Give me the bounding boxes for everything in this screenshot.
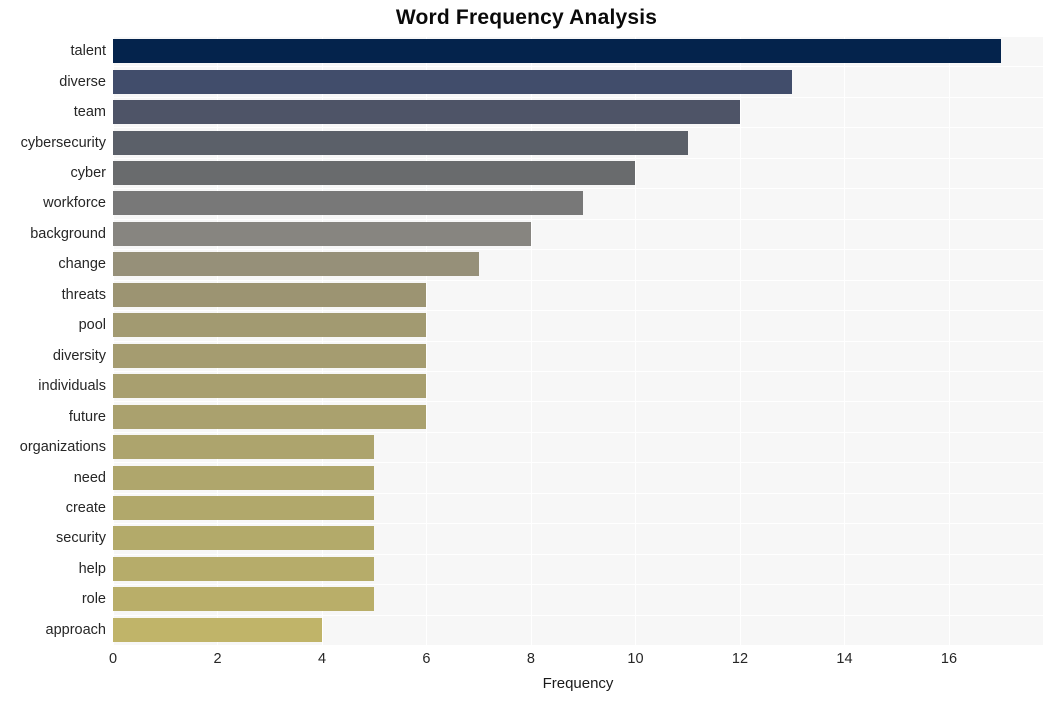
- y-axis-tick-label: pool: [78, 317, 106, 334]
- bar: [113, 313, 427, 338]
- y-axis-tick-label: change: [58, 256, 106, 273]
- y-axis-tick-label: background: [30, 225, 106, 242]
- x-axis-title: Frequency: [542, 675, 614, 692]
- bar: [113, 130, 688, 155]
- y-axis-tick-label: team: [73, 104, 106, 121]
- y-axis-tick-label: role: [81, 591, 106, 608]
- horizontal-gridline: [113, 66, 1043, 68]
- bar: [113, 252, 479, 277]
- bar: [113, 617, 322, 642]
- vertical-gridline: [426, 36, 428, 645]
- horizontal-gridline: [113, 310, 1043, 312]
- x-axis-tick-label: 2: [213, 651, 222, 667]
- x-axis-tick-label: 4: [317, 651, 327, 667]
- horizontal-gridline: [113, 188, 1043, 190]
- y-axis-tick-label: diverse: [59, 73, 106, 90]
- horizontal-gridline: [113, 157, 1043, 159]
- x-axis-tick-labels: 0 2 4 6 8 10 12 14 16: [0, 650, 1053, 672]
- y-axis-tick-label: future: [68, 408, 106, 425]
- horizontal-gridline: [113, 370, 1043, 372]
- bar: [113, 69, 793, 94]
- bar: [113, 191, 584, 216]
- y-axis-tick-label: cyber: [70, 165, 106, 182]
- bar: [113, 587, 375, 612]
- horizontal-gridline: [113, 614, 1043, 616]
- horizontal-gridline: [113, 462, 1043, 464]
- vertical-gridline: [113, 36, 114, 645]
- y-axis-tick-label: help: [78, 560, 106, 577]
- horizontal-gridline: [113, 218, 1043, 220]
- horizontal-gridline: [113, 553, 1043, 555]
- bar: [113, 495, 375, 520]
- vertical-gridline: [217, 36, 219, 645]
- vertical-gridline: [530, 36, 532, 645]
- y-axis-tick-label: individuals: [38, 378, 106, 395]
- x-axis-tick-label: 6: [422, 651, 431, 667]
- horizontal-gridline: [113, 279, 1043, 281]
- y-axis-tick-label: create: [65, 499, 106, 516]
- bar: [113, 374, 427, 399]
- y-axis-tick-label: need: [73, 469, 106, 486]
- bar: [113, 343, 427, 368]
- vertical-gridline: [948, 36, 950, 645]
- horizontal-gridline: [113, 401, 1043, 403]
- vertical-gridline: [635, 36, 637, 645]
- vertical-gridline: [321, 36, 323, 645]
- bar: [113, 435, 375, 460]
- horizontal-gridline: [113, 36, 1043, 37]
- x-axis-tick-label: 0: [108, 651, 118, 667]
- x-axis-tick-label: 16: [940, 651, 958, 667]
- bar: [113, 282, 427, 307]
- word-frequency-chart-figure: Word Frequency Analysis talent diverse tea…: [0, 0, 1053, 701]
- y-axis-tick-labels: talent diverse team cybersecurity cyber workf…: [0, 36, 106, 645]
- y-axis-tick-label: approach: [45, 621, 106, 638]
- bar: [113, 526, 375, 551]
- plot-area: [113, 36, 1043, 645]
- bar: [113, 161, 636, 186]
- horizontal-gridline: [113, 523, 1043, 525]
- bar: [113, 100, 740, 125]
- y-axis-tick-label: cybersecurity: [20, 134, 106, 151]
- x-axis-tick-label: 8: [526, 651, 536, 667]
- y-axis-tick-label: talent: [70, 43, 106, 60]
- horizontal-gridline: [113, 584, 1043, 586]
- y-axis-tick-label: diversity: [52, 347, 106, 364]
- horizontal-gridline: [113, 340, 1043, 342]
- y-axis-tick-label: organizations: [19, 439, 106, 456]
- horizontal-gridline: [113, 492, 1043, 494]
- x-axis-tick-label: 10: [627, 651, 644, 667]
- y-axis-tick-label: workforce: [43, 195, 106, 212]
- x-axis-tick-label: 14: [836, 651, 853, 667]
- bar: [113, 39, 1002, 64]
- horizontal-gridline: [113, 96, 1043, 98]
- chart-title: Word Frequency Analysis: [395, 6, 658, 29]
- horizontal-gridline: [113, 249, 1043, 251]
- vertical-gridline: [844, 36, 846, 645]
- bar: [113, 404, 427, 429]
- bar: [113, 556, 375, 581]
- horizontal-gridline: [113, 127, 1043, 129]
- y-axis-tick-label: security: [56, 530, 106, 547]
- horizontal-gridline: [113, 431, 1043, 433]
- x-axis-tick-label: 12: [731, 651, 749, 667]
- vertical-gridline: [739, 36, 741, 645]
- y-axis-tick-label: threats: [61, 286, 106, 303]
- bar: [113, 465, 375, 490]
- bar: [113, 221, 531, 246]
